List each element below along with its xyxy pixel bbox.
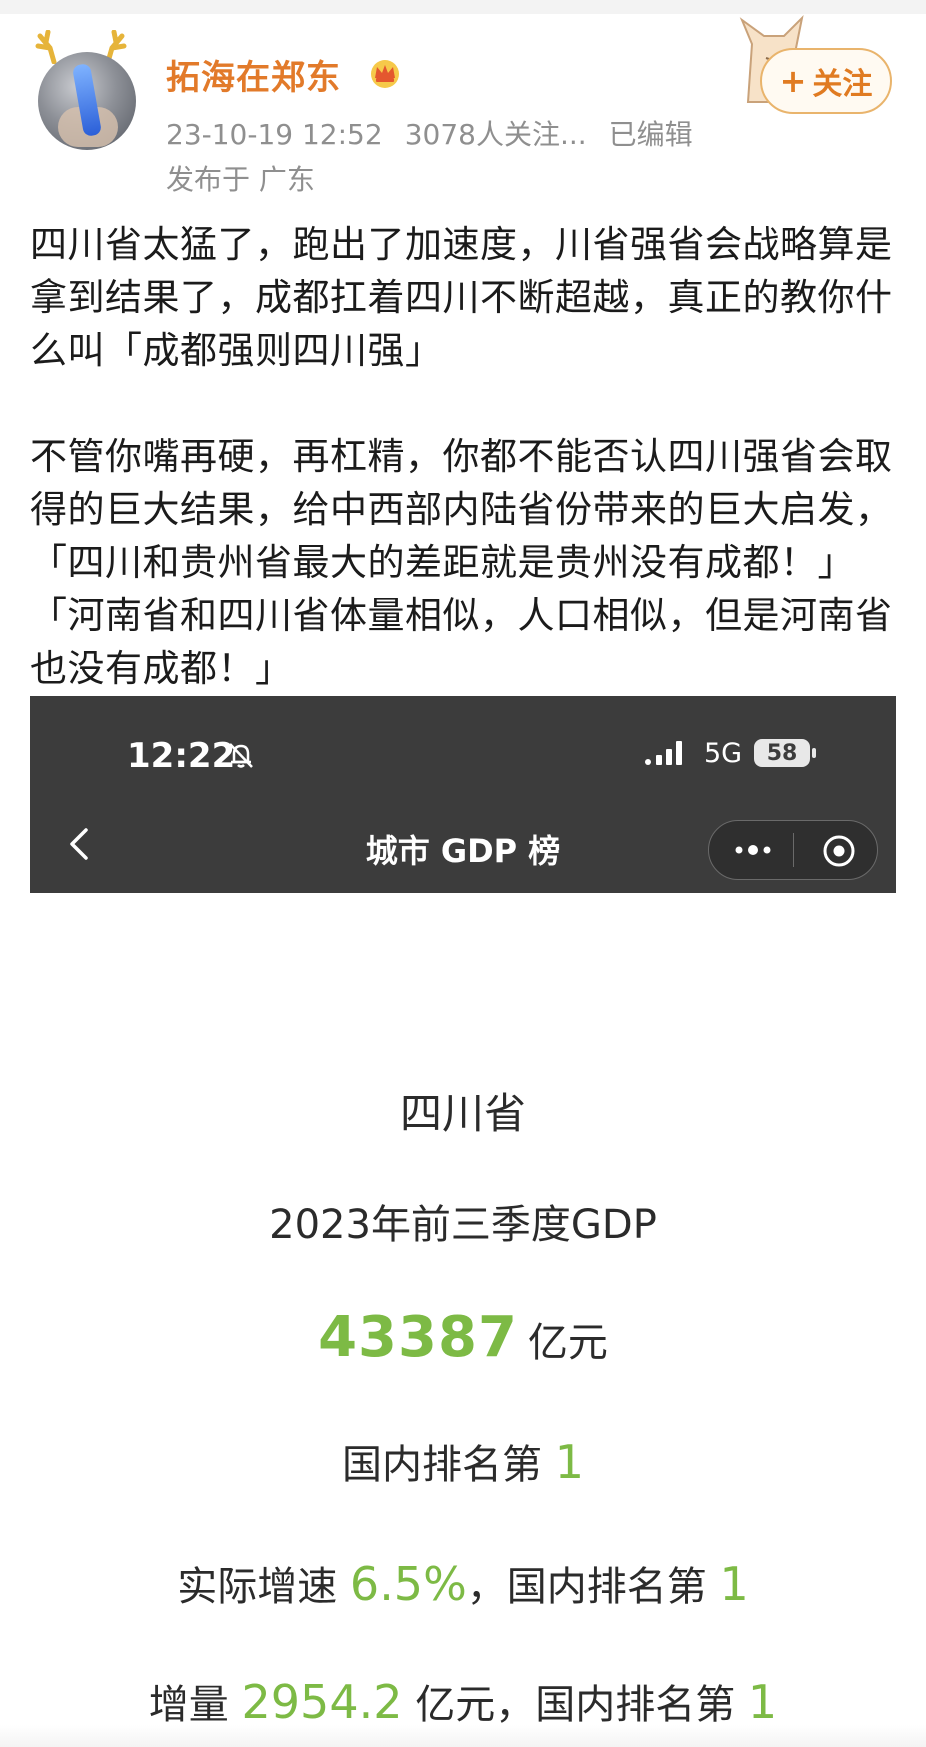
- follow-label: 关注: [812, 67, 873, 102]
- avatar[interactable]: [38, 52, 136, 150]
- increment-rank-value: 1: [747, 1675, 778, 1729]
- plus-icon: +: [779, 62, 807, 100]
- growth-row: 实际增速 6.5%，国内排名第 1: [30, 1554, 896, 1612]
- gdp-value: 43387: [318, 1305, 518, 1370]
- increment-value: 2954.2: [241, 1675, 403, 1729]
- growth-rank-label: ，国内排名第: [466, 1564, 707, 1610]
- post-meta: 23-10-19 12:52 3078人关注... 已编辑: [166, 113, 715, 153]
- gdp-rank: 国内排名第 1: [30, 1432, 896, 1490]
- rank-value: 1: [554, 1435, 584, 1489]
- increment-rank-label: ，国内排名第: [495, 1682, 736, 1728]
- embedded-screenshot[interactable]: 12:22 5G 58 城市 GDP 榜 四川省 2023年前三季度GDP 43…: [30, 696, 896, 1747]
- antler-left-icon: [35, 30, 57, 64]
- capsule-divider: [793, 833, 794, 867]
- increment-unit: 亿元: [415, 1682, 496, 1728]
- avatar-frame[interactable]: [28, 30, 138, 150]
- growth-value: 6.5%: [349, 1557, 467, 1611]
- edited-label: 已编辑: [608, 118, 693, 151]
- increment-row: 增量 2954.2 亿元，国内排名第 1: [30, 1672, 896, 1730]
- gdp-period: 2023年前三季度GDP: [269, 1202, 657, 1248]
- close-target-icon[interactable]: [819, 831, 859, 871]
- post-paragraph-1: 四川省太猛了，跑出了加速度，川省强省会战略算是拿到结果了，成都扛着四川不断超越，…: [30, 223, 893, 372]
- province-name: 四川省: [399, 1089, 526, 1138]
- status-time: 12:22: [127, 736, 236, 776]
- bell-muted-icon: [229, 743, 253, 768]
- growth-rank-value: 1: [719, 1557, 749, 1611]
- rank-label: 国内排名第: [342, 1442, 542, 1488]
- bottom-fade: [0, 1725, 926, 1747]
- post-body: 四川省太猛了，跑出了加速度，川省强省会战略算是拿到结果了，成都扛着四川不断超越，…: [30, 218, 902, 695]
- more-dots-icon[interactable]: [731, 837, 775, 863]
- signal-icon: [645, 741, 682, 765]
- post-timestamp: 23-10-19 12:52: [166, 118, 383, 151]
- user-name[interactable]: 拓海在郑东: [166, 50, 341, 99]
- follow-button[interactable]: + 关注: [760, 48, 892, 114]
- post-paragraph-2: 不管你嘴再硬，再杠精，你都不能否认四川强省会取得的巨大结果，给中西部内陆省份带来…: [30, 435, 893, 690]
- follower-count: 3078人关注...: [404, 118, 587, 151]
- app-header-bar: 12:22 5G 58 城市 GDP 榜: [30, 696, 896, 893]
- top-divider: [0, 0, 926, 14]
- post-location: 发布于 广东: [166, 163, 315, 196]
- growth-label: 实际增速: [177, 1564, 338, 1610]
- gdp-unit: 亿元: [527, 1320, 608, 1366]
- battery-indicator: 58: [754, 739, 816, 767]
- vip-crown-icon: [371, 60, 399, 88]
- increment-label: 增量: [148, 1682, 229, 1728]
- gdp-total: 43387 亿元: [30, 1305, 896, 1370]
- network-type: 5G: [704, 738, 743, 769]
- miniapp-capsule[interactable]: [708, 820, 878, 880]
